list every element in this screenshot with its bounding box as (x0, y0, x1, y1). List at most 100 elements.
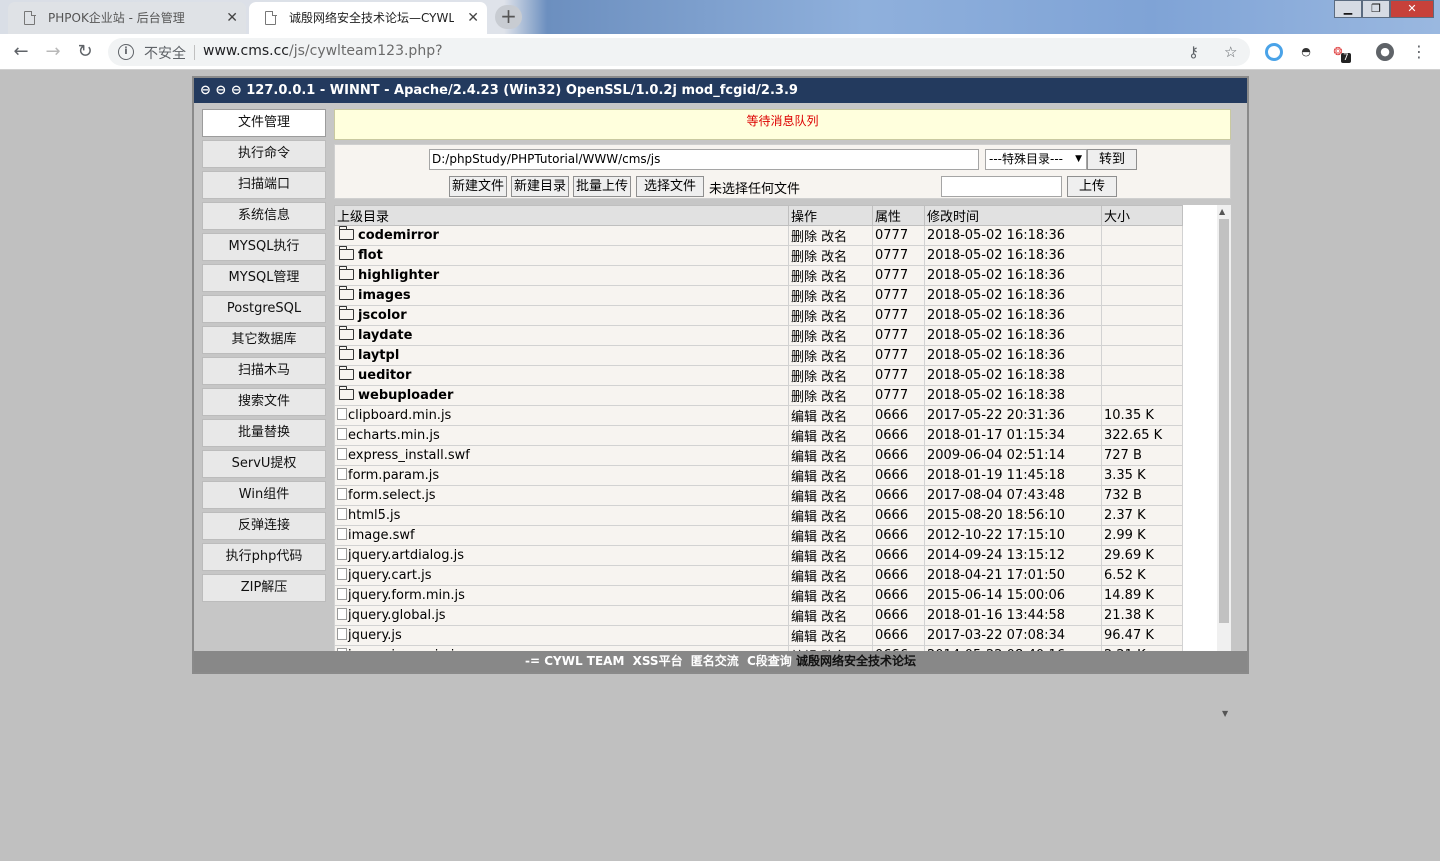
operation-cell[interactable]: 编辑 改名 (788, 425, 873, 446)
operation-cell[interactable]: 删除 改名 (788, 225, 873, 246)
maximize-button[interactable]: ❐ (1362, 0, 1390, 18)
operation-cell[interactable]: 删除 改名 (788, 385, 873, 406)
close-icon[interactable]: ✕ (226, 2, 238, 34)
checkbox-icon[interactable] (337, 408, 347, 420)
mtime-cell[interactable]: 2015-08-20 18:56:10 (924, 505, 1102, 526)
dir-name-cell[interactable]: jscolor (334, 305, 789, 326)
dir-name[interactable]: laytpl (358, 348, 399, 363)
choose-file-button[interactable]: 选择文件 (636, 176, 704, 197)
file-name-cell[interactable]: jquery.js (334, 625, 789, 646)
dir-name-cell[interactable]: laydate (334, 325, 789, 346)
dir-name-cell[interactable]: webuploader (334, 385, 789, 406)
checkbox-icon[interactable] (337, 488, 347, 500)
mtime-cell[interactable]: 2018-04-21 17:01:50 (924, 565, 1102, 586)
dir-name[interactable]: ueditor (358, 368, 411, 383)
file-name[interactable]: jquery.form.min.js (348, 588, 465, 603)
sidebar-item-other-db[interactable]: 其它数据库 (202, 326, 326, 354)
info-icon[interactable]: i (118, 44, 134, 60)
new-dir-button[interactable]: 新建目录 (511, 176, 569, 197)
sidebar-item-exec-command[interactable]: 执行命令 (202, 140, 326, 168)
dir-name-cell[interactable]: laytpl (334, 345, 789, 366)
operation-cell[interactable]: 编辑 改名 (788, 445, 873, 466)
sidebar-item-mysql-exec[interactable]: MYSQL执行 (202, 233, 326, 261)
footer-link-team[interactable]: -= CYWL TEAM (525, 654, 624, 668)
attribute-cell[interactable]: 0666 (872, 585, 925, 606)
key-icon[interactable]: ⚷ (1188, 43, 1199, 61)
mtime-cell[interactable]: 2018-05-02 16:18:38 (924, 385, 1102, 406)
checkbox-icon[interactable] (337, 528, 347, 540)
attribute-cell[interactable]: 0777 (872, 305, 925, 326)
attribute-cell[interactable]: 0666 (872, 545, 925, 566)
file-name-cell[interactable]: jquery.cart.js (334, 565, 789, 586)
checkbox-icon[interactable] (337, 568, 347, 580)
new-file-button[interactable]: 新建文件 (449, 176, 507, 197)
sidebar-item-mysql-manage[interactable]: MYSQL管理 (202, 264, 326, 292)
mtime-cell[interactable]: 2018-01-16 13:44:58 (924, 605, 1102, 626)
checkbox-icon[interactable] (337, 508, 347, 520)
browser-tab-phpok[interactable]: PHPOK企业站 - 后台管理 ✕ (8, 2, 246, 34)
url-text[interactable]: www.cms.cc/js/cywlteam123.php? (203, 43, 443, 59)
dir-name[interactable]: jscolor (358, 308, 407, 323)
file-name[interactable]: form.param.js (348, 468, 439, 483)
file-name-cell[interactable]: form.select.js (334, 485, 789, 506)
sidebar-item-reverse-shell[interactable]: 反弹连接 (202, 512, 326, 540)
dir-name[interactable]: images (358, 288, 411, 303)
extension-circle-icon[interactable] (1265, 43, 1283, 61)
operation-cell[interactable]: 删除 改名 (788, 345, 873, 366)
operation-cell[interactable]: 编辑 改名 (788, 585, 873, 606)
mtime-cell[interactable]: 2018-05-02 16:18:36 (924, 325, 1102, 346)
checkbox-icon[interactable] (337, 428, 347, 440)
operation-cell[interactable]: 编辑 改名 (788, 625, 873, 646)
attribute-cell[interactable]: 0777 (872, 285, 925, 306)
checkbox-icon[interactable] (337, 588, 347, 600)
mtime-cell[interactable]: 2015-06-14 15:00:06 (924, 585, 1102, 606)
mtime-cell[interactable]: 2018-05-02 16:18:38 (924, 365, 1102, 386)
checkbox-icon[interactable] (337, 468, 347, 480)
mtime-cell[interactable]: 2018-05-02 16:18:36 (924, 265, 1102, 286)
file-name-cell[interactable]: jquery.artdialog.js (334, 545, 789, 566)
special-dir-select[interactable]: ---特殊目录--- ▼ (985, 149, 1087, 170)
file-name-cell[interactable]: express_install.swf (334, 445, 789, 466)
profile-avatar-icon[interactable]: ● (1376, 43, 1394, 61)
window-close-button[interactable]: ✕ (1390, 0, 1434, 18)
operation-cell[interactable]: 编辑 改名 (788, 405, 873, 426)
security-label[interactable]: 不安全 (144, 43, 186, 63)
dir-name[interactable]: codemirror (358, 228, 439, 243)
dir-name[interactable]: highlighter (358, 268, 439, 283)
operation-cell[interactable]: 编辑 改名 (788, 485, 873, 506)
minimize-button[interactable]: ▁ (1334, 0, 1362, 18)
reload-icon[interactable]: ↻ (74, 41, 96, 63)
checkbox-icon[interactable] (337, 448, 347, 460)
operation-cell[interactable]: 编辑 改名 (788, 605, 873, 626)
back-arrow-icon[interactable]: ← (10, 41, 32, 63)
file-name-cell[interactable]: jquery.form.min.js (334, 585, 789, 606)
dir-name[interactable]: webuploader (358, 388, 453, 403)
operation-cell[interactable]: 编辑 改名 (788, 465, 873, 486)
mtime-cell[interactable]: 2018-05-02 16:18:36 (924, 285, 1102, 306)
file-name[interactable]: clipboard.min.js (348, 408, 451, 423)
path-input[interactable]: D:/phpStudy/PHPTutorial/WWW/cms/js (429, 149, 979, 170)
menu-kebab-icon[interactable]: ⋮ (1410, 43, 1428, 61)
checkbox-icon[interactable] (337, 628, 347, 640)
browser-tab-cywl[interactable]: 诚殷网络安全技术论坛—CYWL TEAM ✕ (249, 2, 487, 34)
file-name[interactable]: jquery.cart.js (348, 568, 432, 583)
attribute-cell[interactable]: 0666 (872, 505, 925, 526)
mtime-cell[interactable]: 2018-01-17 01:15:34 (924, 425, 1102, 446)
operation-cell[interactable]: 删除 改名 (788, 245, 873, 266)
sidebar-item-search-files[interactable]: 搜索文件 (202, 388, 326, 416)
mtime-cell[interactable]: 2009-06-04 02:51:14 (924, 445, 1102, 466)
sidebar-item-port-scan[interactable]: 扫描端口 (202, 171, 326, 199)
forward-arrow-icon[interactable]: → (42, 41, 64, 63)
footer-link-anon-chat[interactable]: 匿名交流 (691, 654, 739, 668)
scrollbar-thumb[interactable] (1219, 219, 1229, 623)
mtime-cell[interactable]: 2014-09-24 13:15:12 (924, 545, 1102, 566)
mtime-cell[interactable]: 2012-10-22 17:15:10 (924, 525, 1102, 546)
operation-cell[interactable]: 删除 改名 (788, 365, 873, 386)
dir-name-cell[interactable]: highlighter (334, 265, 789, 286)
file-name[interactable]: jquery.global.js (348, 608, 446, 623)
footer-link-forum[interactable]: 诚殷网络安全技术论坛 (796, 654, 916, 668)
mtime-cell[interactable]: 2018-05-02 16:18:36 (924, 245, 1102, 266)
operation-cell[interactable]: 删除 改名 (788, 285, 873, 306)
footer-link-c-segment[interactable]: C段查询 (747, 654, 792, 668)
vertical-scrollbar[interactable]: ▲ (1217, 205, 1231, 652)
